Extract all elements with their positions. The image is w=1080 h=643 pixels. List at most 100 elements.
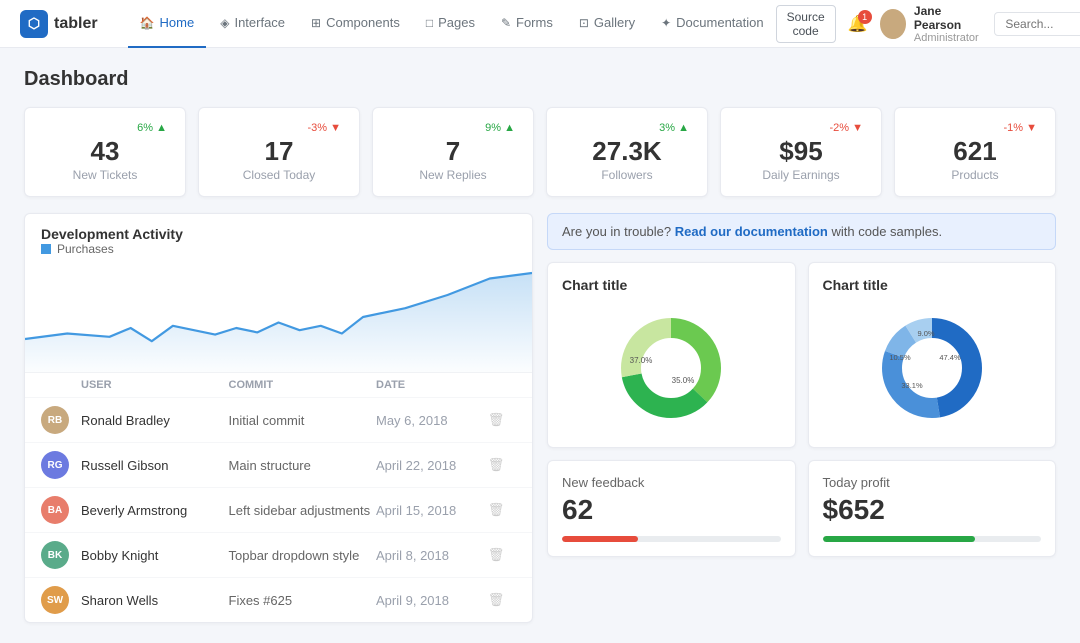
svg-text:10.5%: 10.5% bbox=[889, 353, 911, 362]
stat-card-inner: 621 Products bbox=[913, 138, 1037, 182]
stat-card-top: 9% ▲ bbox=[391, 122, 515, 134]
table-row: SW Sharon Wells Fixes #625 April 9, 2018… bbox=[25, 577, 532, 622]
nav-icon: ⊡ bbox=[579, 16, 589, 30]
user-avatar bbox=[880, 9, 906, 39]
stat-card-top: -3% ▼ bbox=[217, 122, 341, 134]
stat-card-inner: 43 New Tickets bbox=[43, 138, 167, 182]
alert-banner: Are you in trouble? Read our documentati… bbox=[547, 213, 1056, 250]
stat-value: 27.3K bbox=[565, 138, 689, 164]
row-commit: Topbar dropdown style bbox=[229, 548, 377, 563]
col-date: DATE bbox=[376, 379, 476, 391]
chart1-title: Chart title bbox=[562, 277, 781, 293]
stat-card-daily-earnings: -2% ▼ $95 Daily Earnings bbox=[720, 107, 882, 197]
stat-value: 17 bbox=[217, 138, 341, 164]
stat-label: Closed Today bbox=[217, 168, 341, 182]
chart-panel-1: Chart title bbox=[547, 262, 796, 448]
row-delete-button[interactable]: 🗑 bbox=[476, 547, 516, 563]
stat-pct: 6% ▲ bbox=[137, 122, 167, 134]
nav-icon: ✦ bbox=[661, 16, 671, 30]
row-avatar: SW bbox=[41, 586, 69, 614]
row-commit: Initial commit bbox=[229, 413, 377, 428]
nav-link-documentation[interactable]: ✦Documentation bbox=[649, 0, 776, 48]
nav-link-forms[interactable]: ✎Forms bbox=[489, 0, 565, 48]
row-avatar: BA bbox=[41, 496, 69, 524]
nav-icon: □ bbox=[426, 16, 433, 30]
svg-text:35.0%: 35.0% bbox=[672, 376, 695, 385]
logo-area[interactable]: ⬡ tabler bbox=[20, 10, 98, 38]
svg-text:9.0%: 9.0% bbox=[917, 329, 934, 338]
nav-icon: ◈ bbox=[220, 16, 229, 30]
search-input[interactable] bbox=[994, 12, 1080, 36]
profit-label: Today profit bbox=[823, 475, 1042, 490]
stat-card-products: -1% ▼ 621 Products bbox=[894, 107, 1056, 197]
alert-link[interactable]: Read our documentation bbox=[675, 224, 828, 239]
page-title: Dashboard bbox=[24, 68, 1056, 91]
metric-panels: New feedback 62 Today profit $652 bbox=[547, 460, 1056, 557]
nav-link-components[interactable]: ⊞Components bbox=[299, 0, 412, 48]
stat-cards-row: 6% ▲ 43 New Tickets -3% ▼ 17 Closed Toda… bbox=[24, 107, 1056, 197]
notification-badge: 1 bbox=[858, 10, 872, 24]
stat-card-new-replies: 9% ▲ 7 New Replies bbox=[372, 107, 534, 197]
nav-link-home[interactable]: 🏠Home bbox=[128, 0, 207, 48]
feedback-progress bbox=[562, 536, 781, 542]
user-menu[interactable]: Jane Pearson Administrator bbox=[880, 4, 983, 44]
stat-label: New Replies bbox=[391, 168, 515, 182]
row-delete-button[interactable]: 🗑 bbox=[476, 592, 516, 608]
stat-pct: -2% ▼ bbox=[829, 122, 863, 134]
stat-pct: -1% ▼ bbox=[1003, 122, 1037, 134]
feedback-progress-fill bbox=[562, 536, 638, 542]
alert-text-before: Are you in trouble? bbox=[562, 224, 671, 239]
row-delete-button[interactable]: 🗑 bbox=[476, 457, 516, 473]
topbar-right: Source code 🔔 1 Jane Pearson Administrat… bbox=[776, 4, 1080, 44]
table-row: BA Beverly Armstrong Left sidebar adjust… bbox=[25, 487, 532, 532]
topbar: ⬡ tabler 🏠Home◈Interface⊞Components□Page… bbox=[0, 0, 1080, 48]
row-date: April 8, 2018 bbox=[376, 548, 476, 563]
stat-card-closed-today: -3% ▼ 17 Closed Today bbox=[198, 107, 360, 197]
nav-icon: ✎ bbox=[501, 16, 511, 30]
row-name: Russell Gibson bbox=[81, 458, 229, 473]
svg-text:47.4%: 47.4% bbox=[939, 353, 961, 362]
line-chart bbox=[25, 262, 532, 372]
donut-chart-1: 37.0% 35.0% bbox=[562, 303, 781, 433]
table-row: RB Ronald Bradley Initial commit May 6, … bbox=[25, 397, 532, 442]
col-user: USER bbox=[81, 379, 229, 391]
row-name: Beverly Armstrong bbox=[81, 503, 229, 518]
main-content: Dashboard 6% ▲ 43 New Tickets -3% ▼ 17 C… bbox=[0, 48, 1080, 643]
stat-card-top: 6% ▲ bbox=[43, 122, 167, 134]
row-avatar: RG bbox=[41, 451, 69, 479]
row-date: April 22, 2018 bbox=[376, 458, 476, 473]
stat-card-inner: 7 New Replies bbox=[391, 138, 515, 182]
nav-link-interface[interactable]: ◈Interface bbox=[208, 0, 297, 48]
stat-value: 43 bbox=[43, 138, 167, 164]
legend-label: Purchases bbox=[57, 242, 114, 256]
stat-value: 7 bbox=[391, 138, 515, 164]
row-avatar: BK bbox=[41, 541, 69, 569]
stat-card-inner: 17 Closed Today bbox=[217, 138, 341, 182]
stat-pct: 9% ▲ bbox=[485, 122, 515, 134]
main-nav: 🏠Home◈Interface⊞Components□Pages✎Forms⊡G… bbox=[128, 0, 776, 48]
row-date: April 15, 2018 bbox=[376, 503, 476, 518]
nav-link-pages[interactable]: □Pages bbox=[414, 0, 487, 48]
user-name: Jane Pearson bbox=[914, 4, 982, 32]
source-code-button[interactable]: Source code bbox=[776, 5, 836, 43]
stat-label: Daily Earnings bbox=[739, 168, 863, 182]
stat-card-new-tickets: 6% ▲ 43 New Tickets bbox=[24, 107, 186, 197]
row-avatar: RB bbox=[41, 406, 69, 434]
nav-link-gallery[interactable]: ⊡Gallery bbox=[567, 0, 647, 48]
search-wrap: 🔍 bbox=[994, 12, 1080, 36]
donut-chart-2: 47.4% 33.1% 10.5% 9.0% bbox=[823, 303, 1042, 433]
row-date: April 9, 2018 bbox=[376, 593, 476, 608]
profit-panel: Today profit $652 bbox=[808, 460, 1057, 557]
notifications-button[interactable]: 🔔 1 bbox=[848, 14, 868, 34]
stat-label: Products bbox=[913, 168, 1037, 182]
chart-panel-2: Chart title bbox=[808, 262, 1057, 448]
col-commit: COMMIT bbox=[229, 379, 377, 391]
logo-icon: ⬡ bbox=[20, 10, 48, 38]
profit-value: $652 bbox=[823, 494, 1042, 526]
profit-progress-fill bbox=[823, 536, 976, 542]
alert-text-after: with code samples. bbox=[832, 224, 943, 239]
row-delete-button[interactable]: 🗑 bbox=[476, 412, 516, 428]
stat-card-followers: 3% ▲ 27.3K Followers bbox=[546, 107, 708, 197]
row-delete-button[interactable]: 🗑 bbox=[476, 502, 516, 518]
stat-card-top: -2% ▼ bbox=[739, 122, 863, 134]
